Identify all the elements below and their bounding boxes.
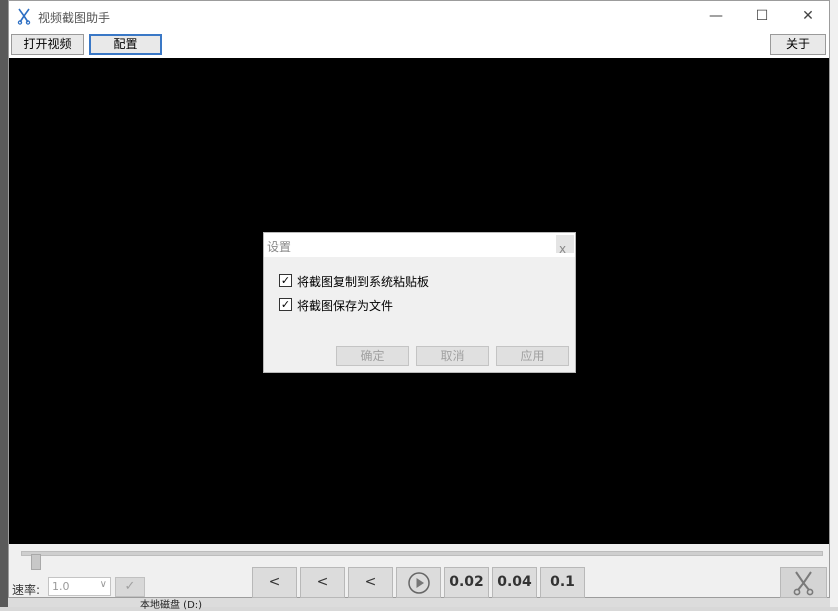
step-0.02-button[interactable]: 0.02 [444, 567, 489, 598]
open-video-button[interactable]: 打开视频 [11, 34, 84, 55]
seek-slider-thumb[interactable] [31, 554, 41, 570]
step-back-button-3[interactable]: < [348, 567, 393, 598]
step-back-button-1[interactable]: < [252, 567, 297, 598]
chevron-down-icon: ∨ [99, 579, 107, 590]
minimize-icon: — [709, 8, 723, 24]
scissors-icon [793, 571, 814, 596]
dialog-title-bar[interactable]: 设置 x [264, 233, 575, 257]
save-to-file-label: 将截图保存为文件 [297, 299, 394, 313]
maximize-button[interactable]: ☐ [739, 1, 785, 32]
maximize-icon: ☐ [755, 8, 769, 24]
dialog-close-button[interactable]: x [556, 235, 574, 256]
desktop-background-left [0, 0, 8, 607]
copy-to-clipboard-label: 将截图复制到系统粘贴板 [297, 275, 430, 289]
settings-dialog: 设置 x ✓ 将截图复制到系统粘贴板 ✓ 将截图保存为文件 确定 取消 应用 [263, 232, 576, 373]
minimize-button[interactable]: — [693, 1, 739, 32]
step-0.04-button[interactable]: 0.04 [492, 567, 537, 598]
close-icon: x [559, 242, 567, 256]
close-icon: ✕ [802, 8, 814, 24]
window-title: 视频截图助手 [38, 11, 111, 25]
cancel-button[interactable]: 取消 [416, 346, 489, 366]
speed-label: 速率: [12, 583, 41, 597]
dialog-title: 设置 [267, 240, 292, 254]
save-to-file-checkbox[interactable]: ✓ [279, 298, 292, 311]
check-icon: ✓ [124, 579, 136, 594]
apply-button[interactable]: 应用 [496, 346, 569, 366]
speed-select[interactable]: 1.0 ∨ [48, 577, 111, 596]
seek-slider[interactable] [21, 551, 823, 570]
copy-to-clipboard-checkbox[interactable]: ✓ [279, 274, 292, 287]
playback-controls: 速率: 1.0 ∨ ✓ < < < 0.02 0.04 0.1 [9, 544, 829, 598]
play-button[interactable] [396, 567, 441, 598]
background-drive-label: 本地磁盘 (D:) [140, 600, 203, 611]
capture-button[interactable] [780, 567, 827, 598]
app-window: 视频截图助手 — ☐ ✕ 打开视频 配置 关于 设置 x ✓ 将截图复制到系统粘… [8, 0, 830, 598]
config-button[interactable]: 配置 [89, 34, 162, 55]
speed-confirm-button[interactable]: ✓ [115, 577, 145, 597]
step-0.1-button[interactable]: 0.1 [540, 567, 585, 598]
video-display[interactable]: 设置 x ✓ 将截图复制到系统粘贴板 ✓ 将截图保存为文件 确定 取消 应用 [9, 58, 829, 544]
close-button[interactable]: ✕ [785, 1, 831, 32]
ok-button[interactable]: 确定 [336, 346, 409, 366]
title-bar[interactable]: 视频截图助手 — ☐ ✕ [9, 1, 829, 32]
step-back-button-2[interactable]: < [300, 567, 345, 598]
about-button[interactable]: 关于 [770, 34, 826, 55]
play-icon [407, 572, 430, 594]
scissors-icon [17, 8, 31, 25]
desktop-background-bottom: 本地磁盘 (D:) [8, 598, 830, 611]
speed-value: 1.0 [52, 580, 70, 593]
